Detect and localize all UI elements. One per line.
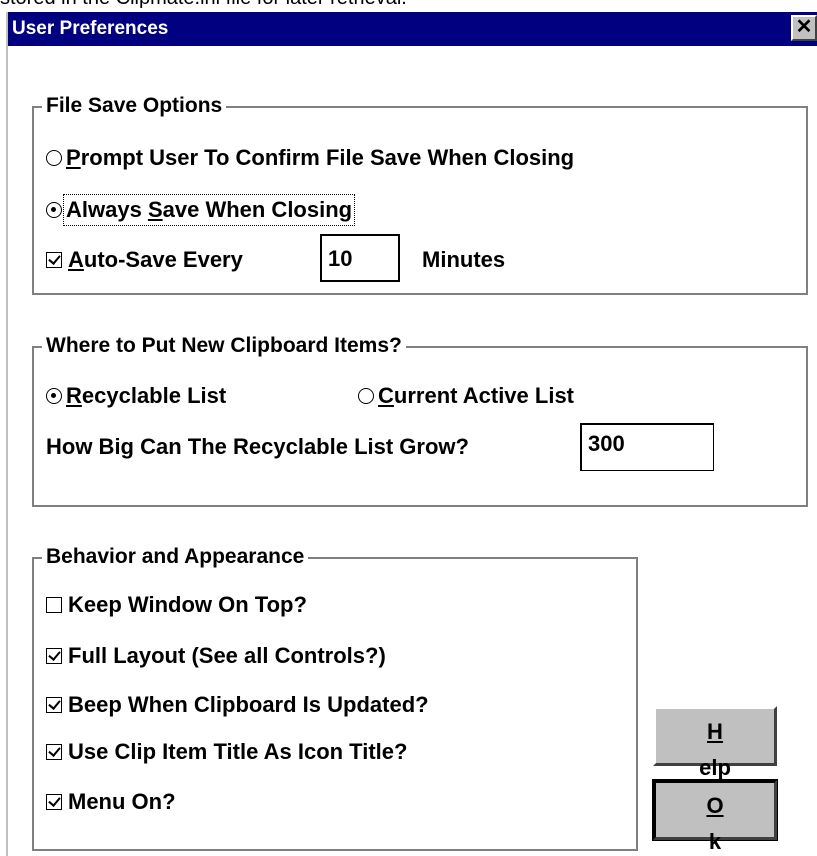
grow-limit-label: How Big Can The Recyclable List Grow? [46, 434, 469, 459]
autosave-minutes-input[interactable]: 10 [320, 234, 400, 282]
radio-indicator [46, 150, 62, 166]
always-save-label: Always Save When Closing [62, 194, 356, 226]
checkbox-indicator [46, 697, 62, 713]
full-layout-checkbox[interactable]: Full Layout (See all Controls?) [46, 641, 386, 671]
ok-button[interactable]: Ok [652, 779, 778, 854]
checkbox-indicator [46, 252, 62, 268]
autosave-unit-label: Minutes [422, 247, 506, 272]
clip-title-checkbox[interactable]: Use Clip Item Title As Icon Title? [46, 737, 407, 767]
window-title: User Preferences [12, 18, 169, 39]
title-bar[interactable]: User Preferences ✕ [8, 12, 817, 46]
close-icon: ✕ [795, 16, 813, 38]
keep-on-top-checkbox[interactable]: Keep Window On Top? [46, 590, 307, 620]
help-button[interactable]: Help [653, 706, 777, 780]
checkbox-indicator [46, 794, 62, 810]
checkbox-indicator [46, 648, 62, 664]
always-save-radio[interactable]: Always Save When Closing [46, 194, 356, 226]
clipboard-group-label: Where to Put New Clipboard Items? [42, 334, 406, 358]
beep-checkbox[interactable]: Beep When Clipboard Is Updated? [46, 690, 429, 720]
radio-indicator [358, 388, 374, 404]
autosave-checkbox[interactable]: Auto-Save Every [46, 245, 243, 275]
radio-indicator [46, 202, 62, 218]
checkbox-indicator [46, 597, 62, 613]
close-button[interactable]: ✕ [791, 15, 817, 41]
current-active-list-radio[interactable]: Current Active List [358, 381, 574, 411]
file-save-group-label: File Save Options [42, 94, 227, 118]
behavior-group-label: Behavior and Appearance [42, 545, 309, 569]
menu-on-checkbox[interactable]: Menu On? [46, 787, 176, 817]
prompt-confirm-radio[interactable]: Prompt User To Confirm File Save When Cl… [46, 143, 574, 173]
recyclable-list-radio[interactable]: Recyclable List [46, 381, 226, 411]
radio-indicator [46, 388, 62, 404]
page-caption: stored in the Clipmate.ini file for late… [0, 0, 817, 8]
checkbox-indicator [46, 744, 62, 760]
grow-limit-input[interactable]: 300 [580, 423, 714, 471]
user-preferences-dialog: User Preferences ✕ File Save Options Pro… [6, 12, 817, 856]
